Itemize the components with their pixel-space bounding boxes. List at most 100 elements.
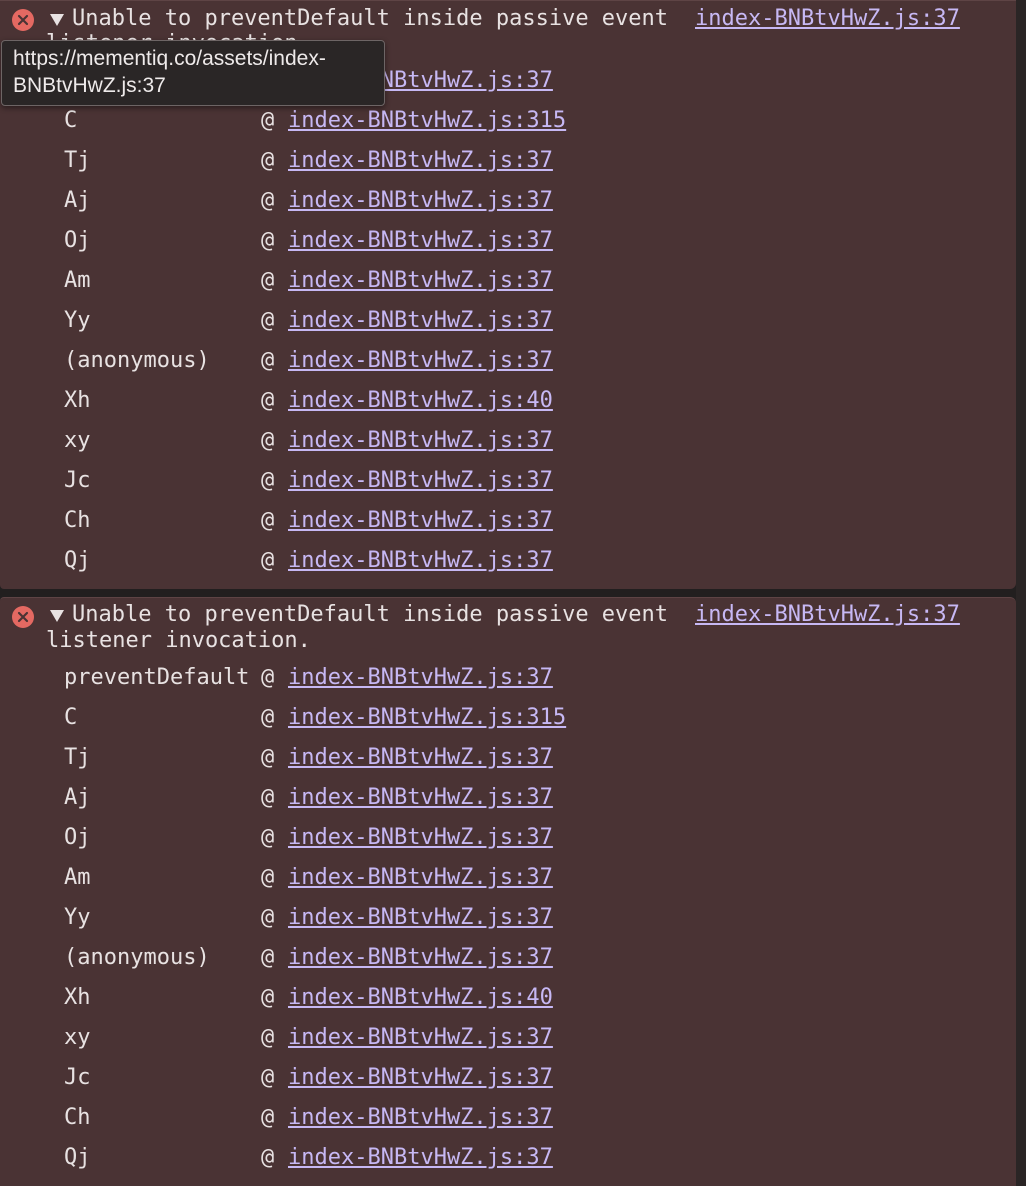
stack-frame: Ch @ index-BNBtvHwZ.js:37: [0, 1098, 1000, 1138]
stack-frame: Yy @ index-BNBtvHwZ.js:37: [0, 301, 1000, 341]
stack-frame: preventDefault @ index-BNBtvHwZ.js:37: [0, 658, 1000, 698]
stack-frame-at: @: [261, 985, 275, 1010]
stack-frame: Qj @ index-BNBtvHwZ.js:37: [0, 1138, 1000, 1178]
stack-frame: Yy @ index-BNBtvHwZ.js:37: [0, 898, 1000, 938]
stack-frame-function: C: [64, 108, 78, 133]
stack-frame-function: xy: [64, 428, 91, 453]
stack-frame-link[interactable]: index-BNBtvHwZ.js:37: [288, 944, 553, 972]
stack-frame-link[interactable]: index-BNBtvHwZ.js:37: [288, 147, 553, 175]
stack-frame-function: Am: [64, 268, 91, 293]
stack-frame-at: @: [261, 745, 275, 770]
stack-frame-function: (anonymous): [64, 945, 210, 970]
stack-frame-at: @: [261, 1025, 275, 1050]
caret-down-icon[interactable]: [50, 610, 64, 622]
stack-frame-at: @: [261, 268, 275, 293]
tooltip-url-line-2: BNBtvHwZ.js:37: [13, 74, 166, 97]
stack-frame: Xh @ index-BNBtvHwZ.js:40: [0, 381, 1000, 421]
stack-frame-link[interactable]: index-BNBtvHwZ.js:37: [288, 1104, 553, 1132]
stack-frame-at: @: [261, 508, 275, 533]
stack-frame-link[interactable]: index-BNBtvHwZ.js:40: [288, 387, 553, 415]
error-message: Unable to preventDefault inside passive …: [72, 6, 669, 31]
stack-frame-function: Yy: [64, 308, 91, 333]
stack-frame: Xh @ index-BNBtvHwZ.js:40: [0, 978, 1000, 1018]
stack-frame: C @ index-BNBtvHwZ.js:315: [0, 698, 1000, 738]
stack-frame-function: Ch: [64, 508, 91, 533]
stack-frame-function: Aj: [64, 785, 91, 810]
stack-frame-at: @: [261, 228, 275, 253]
stack-frame-function: Xh: [64, 985, 91, 1010]
stack-frame-link[interactable]: index-BNBtvHwZ.js:37: [288, 1064, 553, 1092]
stack-frame-link[interactable]: index-BNBtvHwZ.js:37: [288, 744, 553, 772]
stack-frame-link[interactable]: index-BNBtvHwZ.js:37: [288, 864, 553, 892]
error-source-link[interactable]: index-BNBtvHwZ.js:37: [695, 6, 960, 32]
stack-frame-link[interactable]: index-BNBtvHwZ.js:37: [288, 507, 553, 535]
stack-frame-at: @: [261, 1145, 275, 1170]
stack-frame-link[interactable]: index-BNBtvHwZ.js:37: [288, 904, 553, 932]
stack-frame-function: Oj: [64, 825, 91, 850]
stack-frame-link[interactable]: index-BNBtvHwZ.js:37: [288, 824, 553, 852]
stack-frame-at: @: [261, 705, 275, 730]
error-message-continued: listener invocation.: [46, 628, 311, 653]
caret-down-icon[interactable]: [50, 14, 64, 26]
stack-frame-link[interactable]: index-BNBtvHwZ.js:37: [288, 1144, 553, 1172]
stack-frame-link[interactable]: index-BNBtvHwZ.js:37: [288, 427, 553, 455]
stack-frame-function: Jc: [64, 468, 91, 493]
stack-frame-at: @: [261, 348, 275, 373]
stack-frame: Tj @ index-BNBtvHwZ.js:37: [0, 141, 1000, 181]
stack-frame-link[interactable]: index-BNBtvHwZ.js:315: [288, 704, 566, 732]
tooltip-url-line-1: https://mementiq.co/assets/index-: [13, 47, 326, 70]
stack-frame-at: @: [261, 468, 275, 493]
stack-frame-function: xy: [64, 1025, 91, 1050]
stack-frame-link[interactable]: index-BNBtvHwZ.js:37: [288, 664, 553, 692]
stack-frame-at: @: [261, 148, 275, 173]
stack-frame-at: @: [261, 108, 275, 133]
stack-frame: Oj @ index-BNBtvHwZ.js:37: [0, 221, 1000, 261]
stack-frame: (anonymous) @ index-BNBtvHwZ.js:37: [0, 938, 1000, 978]
stack-frame-link[interactable]: index-BNBtvHwZ.js:37: [288, 347, 553, 375]
stack-frame-at: @: [261, 865, 275, 890]
stack-frame-function: Yy: [64, 905, 91, 930]
stack-frame-function: Tj: [64, 745, 91, 770]
stack-frame-function: Oj: [64, 228, 91, 253]
stack-frame-function: Am: [64, 865, 91, 890]
error-source-link[interactable]: index-BNBtvHwZ.js:37: [695, 602, 960, 628]
stack-frame-function: Xh: [64, 388, 91, 413]
stack-frame-link[interactable]: index-BNBtvHwZ.js:40: [288, 984, 553, 1012]
stack-frame-at: @: [261, 785, 275, 810]
stack-frame: Ch @ index-BNBtvHwZ.js:37: [0, 501, 1000, 541]
stack-frame-link[interactable]: index-BNBtvHwZ.js:37: [288, 307, 553, 335]
stack-frame-function: (anonymous): [64, 348, 210, 373]
stack-frame-function: Jc: [64, 1065, 91, 1090]
stack-frame-at: @: [261, 1065, 275, 1090]
stack-frame-link[interactable]: index-BNBtvHwZ.js:315: [288, 107, 566, 135]
stack-frame-function: Aj: [64, 188, 91, 213]
stack-frame-at: @: [261, 548, 275, 573]
stack-frame-link[interactable]: index-BNBtvHwZ.js:37: [288, 227, 553, 255]
stack-frame: Oj @ index-BNBtvHwZ.js:37: [0, 818, 1000, 858]
stack-frame-at: @: [261, 308, 275, 333]
stack-frame-function: Qj: [64, 548, 91, 573]
stack-frame-function: Qj: [64, 1145, 91, 1170]
console-scrollbar[interactable]: [1016, 0, 1026, 1186]
stack-frame-link[interactable]: index-BNBtvHwZ.js:37: [288, 187, 553, 215]
stack-frame-link[interactable]: index-BNBtvHwZ.js:37: [288, 267, 553, 295]
stack-frame-at: @: [261, 188, 275, 213]
stack-frame-link[interactable]: index-BNBtvHwZ.js:37: [288, 784, 553, 812]
stack-frame-link[interactable]: index-BNBtvHwZ.js:37: [288, 1024, 553, 1052]
stack-frame: Aj @ index-BNBtvHwZ.js:37: [0, 181, 1000, 221]
stack-frame-at: @: [261, 428, 275, 453]
stack-frame: Am @ index-BNBtvHwZ.js:37: [0, 261, 1000, 301]
stack-frame: Aj @ index-BNBtvHwZ.js:37: [0, 778, 1000, 818]
stack-frame: Qj @ index-BNBtvHwZ.js:37: [0, 541, 1000, 581]
stack-frame: xy @ index-BNBtvHwZ.js:37: [0, 1018, 1000, 1058]
stack-frame-at: @: [261, 945, 275, 970]
stack-frame-at: @: [261, 905, 275, 930]
error-message: Unable to preventDefault inside passive …: [72, 602, 669, 627]
stack-frame: (anonymous) @ index-BNBtvHwZ.js:37: [0, 341, 1000, 381]
stack-frame-at: @: [261, 388, 275, 413]
stack-frame-link[interactable]: index-BNBtvHwZ.js:37: [288, 467, 553, 495]
stack-frame: Jc @ index-BNBtvHwZ.js:37: [0, 461, 1000, 501]
stack-frame-function: preventDefault: [64, 665, 250, 690]
stack-frame-link[interactable]: index-BNBtvHwZ.js:37: [288, 547, 553, 575]
stack-frame-at: @: [261, 665, 275, 690]
